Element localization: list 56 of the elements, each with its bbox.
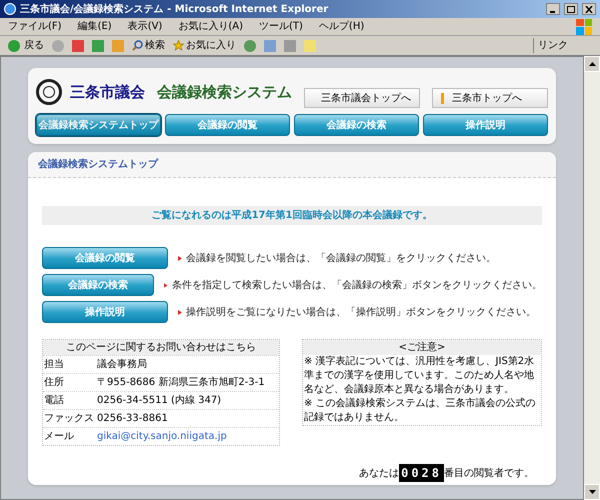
header-link[interactable]: 三条市議会トップへ [304,88,420,108]
contact-label: ファックス [43,412,95,426]
minimize-button[interactable] [546,3,560,15]
tab-marker-icon [441,92,444,104]
window-title: 三条市議会/会議録検索システム - Microsoft Internet Explorer [20,2,330,16]
caution-title: <ご注意> [303,340,541,355]
magnifier-icon [132,40,143,51]
menu-item[interactable]: ファイル(F) [8,19,62,34]
menu-item[interactable]: お気に入り(A) [178,19,243,34]
down-arrow-icon [588,490,596,494]
contact-label: 住所 [43,376,65,390]
contact-value: 0256-33-8861 [97,412,168,426]
caution-text: ※ 漢字表記については、汎用性を考慮し、JIS第2水準までの漢字を使用しています。このため人名や地名など、会議録原本と異なる場合があります。 [303,355,536,397]
contact-value: 〒955-8686 新潟県三条市旭町2-3-1 [97,376,265,390]
bullet-icon [164,282,168,288]
notice-banner: ご覧になれるのは平成17年第1回臨時会以降の本会議録です。 [42,206,542,225]
action-description: 条件を指定して検索したい場合は、「会議録の検索」ボタンをクリックください。 [172,278,542,292]
contact-value: 0256-34-5511 (内線 347) [97,394,222,408]
bullet-icon [178,256,182,260]
contact-title: このページに関するお問い合わせはこちら [43,340,279,355]
back-button[interactable]: 戻る [8,38,44,53]
action-description: 操作説明をご覧になりたい場合は、「操作説明」ボタンをクリックください。 [186,306,536,320]
org-title: 三条市議会 [70,82,145,103]
menu-item[interactable]: ツール(T) [259,19,303,34]
bullet-icon [178,310,182,314]
menu-item[interactable]: 表示(V) [128,19,162,34]
menu-item[interactable]: 編集(E) [78,19,112,34]
menu-item[interactable]: ヘルプ(H) [318,19,364,34]
caution-text: ※ この会議録検索システムは、三条市議会の公式の記録ではありません。 [303,397,537,425]
contact-value: 議会事務局 [97,358,147,372]
page-heading: 会議録検索システムトップ [28,152,556,178]
windows-logo-icon [576,18,592,34]
up-arrow-icon [588,62,596,66]
contact-label: メール [43,430,75,444]
system-title: 会議録検索システム [157,82,292,103]
search-button[interactable]: 検索 [132,38,165,53]
visitor-counter: 0028 [399,464,444,482]
scroll-up-button[interactable] [584,56,600,72]
action-description: 会議録を閲覧したい場合は、「会議録の閲覧」をクリックください。 [186,252,496,266]
scroll-down-button[interactable] [584,484,600,500]
header-link[interactable]: 三条市トップへ [432,88,548,108]
contact-label: 担当 [43,358,65,372]
counter-suffix: 番目の閲覧者です。 [444,466,534,480]
close-button[interactable] [582,3,596,15]
close-icon [585,6,593,12]
star-icon [173,40,184,51]
counter-prefix: あなたは [359,466,400,480]
emblem-icon [36,79,62,105]
favorites-button[interactable]: お気に入り [173,38,236,53]
email-link[interactable]: gikai@city.sanjo.niigata.jp [97,429,227,444]
maximize-icon [567,6,575,12]
maximize-button[interactable] [564,3,578,15]
contact-label: 電話 [43,394,65,408]
vertical-scrollbar[interactable] [584,56,600,500]
links-label[interactable]: リンク [533,38,592,53]
browser-icon [4,3,16,15]
